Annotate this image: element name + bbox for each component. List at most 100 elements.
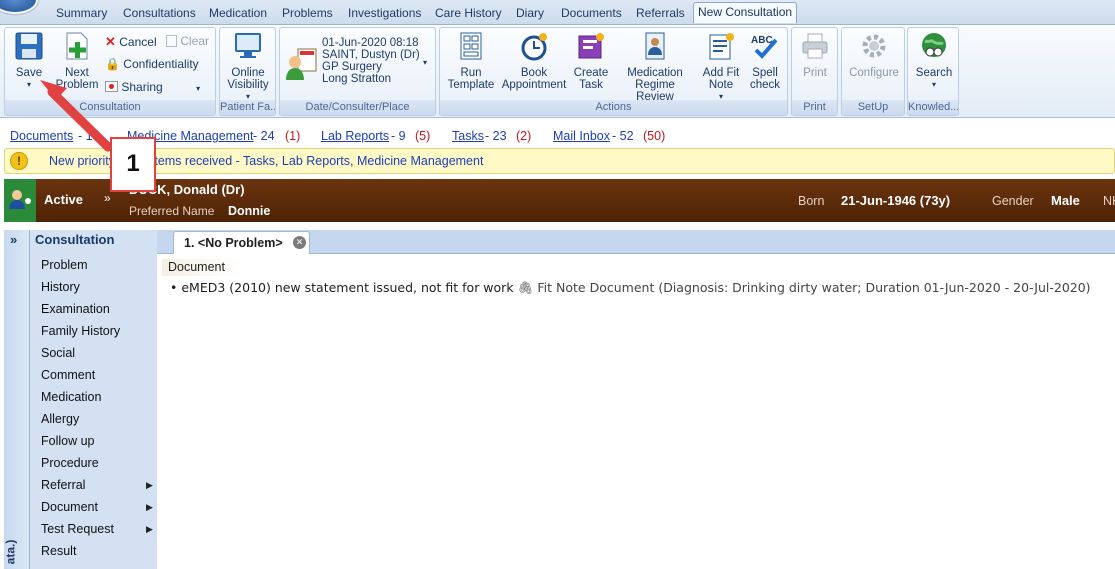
tab-problems[interactable]: Problems (278, 4, 337, 25)
tab-no-problem[interactable]: 1. <No Problem> ✕ (173, 231, 310, 254)
nav-item-referral[interactable]: Referral (41, 478, 85, 492)
date-consulter-group-label: Date/Consulter/Place (280, 100, 435, 115)
paperclip-icon: 🖇 (517, 280, 534, 295)
submenu-arrow-icon: ▶ (146, 480, 153, 490)
medication-review-icon (645, 32, 665, 60)
print-button[interactable]: Print (794, 31, 836, 79)
mail-inbox-link[interactable]: Mail Inbox (553, 129, 610, 143)
consultation-nav: Consultation Problem History Examination… (30, 230, 157, 569)
lab-reports-count: - 9 (391, 129, 406, 143)
create-task-button[interactable]: Create Task (569, 31, 613, 91)
clear-button[interactable]: Clear (166, 34, 209, 48)
preferred-name: Donnie (228, 204, 271, 218)
gender-label: Gender (992, 194, 1034, 208)
section-header-document: Document (162, 259, 241, 276)
consultation-group: Save ▾ Next Problem ✕ Cancel Clear 🔒 Con… (4, 27, 216, 116)
consultation-details[interactable]: 01-Jun-2020 08:18 SAINT, Dustyn (Dr) GP … (322, 37, 420, 85)
nav-item-problem[interactable]: Problem (41, 258, 88, 272)
mail-inbox-count: - 52 (612, 129, 634, 143)
tab-strip: Summary Consultations Medication Problem… (0, 0, 1115, 25)
save-button[interactable]: Save ▾ (9, 31, 49, 91)
add-fit-note-button[interactable]: Add Fit Note ▾ (699, 31, 743, 103)
configure-button[interactable]: Configure (845, 31, 903, 79)
collapsed-panel[interactable]: » ata.) (3, 230, 30, 569)
nav-item-social[interactable]: Social (41, 346, 75, 360)
medication-regime-review-button[interactable]: Medication Regime Review (615, 31, 695, 103)
cancel-button[interactable]: ✕ Cancel (105, 34, 157, 50)
consultation-content: Document • eMED3 (2010) new statement is… (158, 254, 1115, 569)
run-template-button[interactable]: Run Template (444, 31, 498, 91)
date-consulter-group: 01-Jun-2020 08:18 SAINT, Dustyn (Dr) GP … (279, 27, 436, 116)
nav-item-medication[interactable]: Medication (41, 390, 101, 404)
entry-text: eMED3 (2010) new statement issued, not f… (181, 280, 514, 295)
chevron-down-icon[interactable]: ▾ (423, 58, 427, 67)
step-callout: 1 (110, 137, 156, 192)
tab-new-consultation[interactable]: New Consultation (693, 2, 798, 23)
gear-icon (862, 34, 886, 58)
submenu-arrow-icon: ▶ (146, 502, 153, 512)
tab-care-history[interactable]: Care History (431, 4, 506, 25)
tab-diary[interactable]: Diary (512, 4, 548, 25)
nhs-label: NHS (1103, 194, 1115, 208)
online-visibility-button[interactable]: Online Visibility ▾ (223, 31, 273, 103)
patient-banner: Active » DUCK, Donald (Dr) Preferred Nam… (4, 179, 1115, 222)
nav-item-allergy[interactable]: Allergy (41, 412, 79, 426)
nav-item-procedure[interactable]: Procedure (41, 456, 99, 470)
warning-icon: ! (10, 152, 28, 170)
tab-referrals[interactable]: Referrals (632, 4, 689, 25)
spell-check-button[interactable]: ABC Spell check (745, 31, 785, 91)
tab-medication[interactable]: Medication (205, 4, 271, 25)
sharing-button[interactable]: Sharing ▾ (105, 80, 200, 94)
nav-item-follow-up[interactable]: Follow up (41, 434, 95, 448)
search-button[interactable]: Search ▾ (911, 31, 957, 91)
tab-investigations[interactable]: Investigations (344, 4, 425, 25)
nav-item-test-request[interactable]: Test Request (41, 522, 114, 536)
expand-icon[interactable]: » (10, 232, 17, 247)
nav-item-examination[interactable]: Examination (41, 302, 110, 316)
save-icon (15, 32, 43, 60)
tab-no-problem-label: 1. <No Problem> (184, 236, 283, 250)
alert-banner[interactable]: ! New priority Work Items received - Tas… (4, 148, 1115, 174)
patient-icon (4, 179, 36, 222)
nav-item-family-history[interactable]: Family History (41, 324, 120, 338)
close-icon[interactable]: ✕ (293, 236, 306, 249)
app-logo[interactable] (0, 0, 38, 14)
medicine-management-urgent: (1) (285, 129, 301, 143)
tab-summary[interactable]: Summary (52, 4, 111, 25)
tab-documents[interactable]: Documents (557, 4, 626, 25)
lab-reports-link[interactable]: Lab Reports (321, 129, 389, 143)
print-group: Print Print (791, 27, 838, 116)
medicine-management-count: - 24 (253, 129, 275, 143)
patient-status: Active (44, 192, 84, 207)
lock-icon: 🔒 (105, 57, 120, 71)
chevron-down-icon[interactable]: ▾ (196, 84, 200, 93)
nav-title: Consultation (35, 232, 115, 247)
next-problem-button[interactable]: Next Problem (55, 31, 99, 91)
book-appointment-button[interactable]: Book Appointment (501, 31, 567, 91)
nav-item-document[interactable]: Document (41, 500, 98, 514)
nav-item-comment[interactable]: Comment (41, 368, 95, 382)
cancel-icon: ✕ (105, 34, 116, 49)
collapse-chevron-icon[interactable]: » (104, 191, 111, 205)
nav-item-result[interactable]: Result (41, 544, 76, 558)
nav-item-history[interactable]: History (41, 280, 80, 294)
spell-check-icon: ABC (751, 35, 778, 59)
submenu-arrow-icon: ▶ (146, 524, 153, 534)
documents-link[interactable]: Documents (10, 129, 73, 143)
sharing-icon (105, 81, 118, 92)
globe-search-icon (922, 33, 946, 57)
document-entry[interactable]: • eMED3 (2010) new statement issued, not… (170, 280, 1091, 296)
collapsed-panel-label: ata.) (3, 539, 18, 565)
ribbon: Save ▾ Next Problem ✕ Cancel Clear 🔒 Con… (0, 25, 1115, 118)
svg-text:ABC: ABC (751, 35, 773, 46)
mail-inbox-urgent: (50) (643, 129, 666, 143)
tasks-link[interactable]: Tasks (452, 129, 484, 143)
tab-consultations[interactable]: Consultations (119, 4, 200, 25)
task-icon (578, 33, 604, 59)
knowledge-group: Search ▾ Knowled... (907, 27, 959, 116)
fit-note-icon (709, 33, 734, 60)
printer-icon (802, 33, 828, 59)
tasks-urgent: (2) (516, 129, 532, 143)
confidentiality-button[interactable]: 🔒 Confidentiality (105, 57, 199, 71)
new-page-icon (66, 32, 88, 60)
